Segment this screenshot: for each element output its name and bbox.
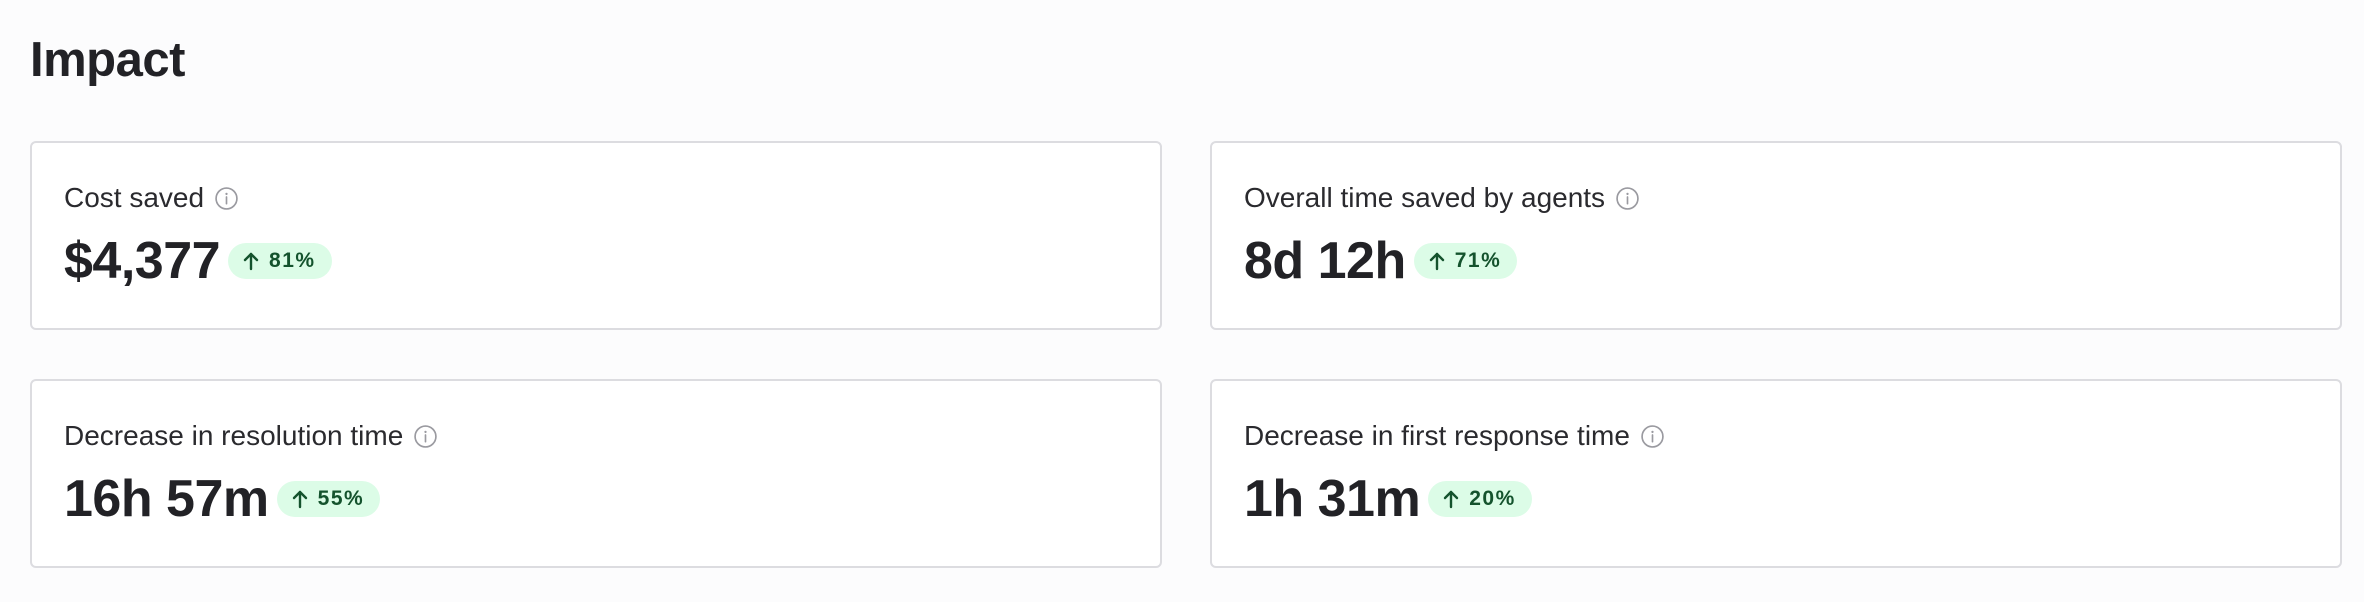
change-percent: 71% (1454, 249, 1502, 272)
metric-card-time-saved: Overall time saved by agents 8d 12h 71% (1210, 141, 2342, 330)
metric-value: 1h 31m (1244, 470, 1421, 528)
metric-label: Cost saved (64, 182, 205, 213)
change-percent: 55% (317, 487, 365, 510)
change-badge: 81% (228, 243, 332, 279)
info-icon[interactable] (1615, 186, 1640, 211)
arrow-up-icon (1429, 252, 1444, 271)
metric-label-row: Overall time saved by agents (1244, 181, 2308, 215)
change-badge: 20% (1428, 481, 1532, 517)
arrow-up-icon (243, 252, 259, 271)
info-icon[interactable] (413, 424, 438, 449)
metric-label: Overall time saved by agents (1244, 182, 1606, 213)
metrics-grid: Cost saved $4,377 81% Overall time saved… (30, 141, 2350, 568)
change-percent: 81% (269, 249, 316, 272)
info-icon[interactable] (214, 186, 239, 211)
metric-label: Decrease in first response time (1244, 420, 1630, 451)
metric-value-row: 1h 31m 20% (1244, 469, 2308, 529)
metric-value-row: 8d 12h 71% (1244, 231, 2308, 291)
arrow-up-icon (1444, 490, 1459, 509)
change-percent: 20% (1469, 487, 1516, 510)
metric-card-first-response-time: Decrease in first response time 1h 31m 2… (1210, 379, 2342, 568)
info-icon[interactable] (1640, 424, 1665, 449)
change-badge: 71% (1413, 243, 1518, 279)
metric-label: Decrease in resolution time (64, 420, 404, 451)
metric-label-row: Decrease in resolution time (64, 419, 1128, 453)
metric-label-row: Decrease in first response time (1244, 419, 2308, 453)
change-badge: 55% (276, 481, 381, 517)
metric-value-row: $4,377 81% (64, 231, 1128, 291)
metric-card-cost-saved: Cost saved $4,377 81% (30, 141, 1162, 330)
metric-card-resolution-time: Decrease in resolution time 16h 57m 55% (30, 379, 1162, 568)
arrow-up-icon (292, 490, 307, 509)
section-title: Impact (30, 33, 185, 87)
metric-value: 16h 57m (64, 470, 269, 528)
metric-value-row: 16h 57m 55% (64, 469, 1128, 529)
impact-page: Impact Cost saved $4,377 81% Overall tim… (0, 0, 2364, 602)
metric-value: $4,377 (64, 232, 221, 290)
metric-value: 8d 12h (1244, 232, 1406, 290)
metric-label-row: Cost saved (64, 181, 1128, 215)
